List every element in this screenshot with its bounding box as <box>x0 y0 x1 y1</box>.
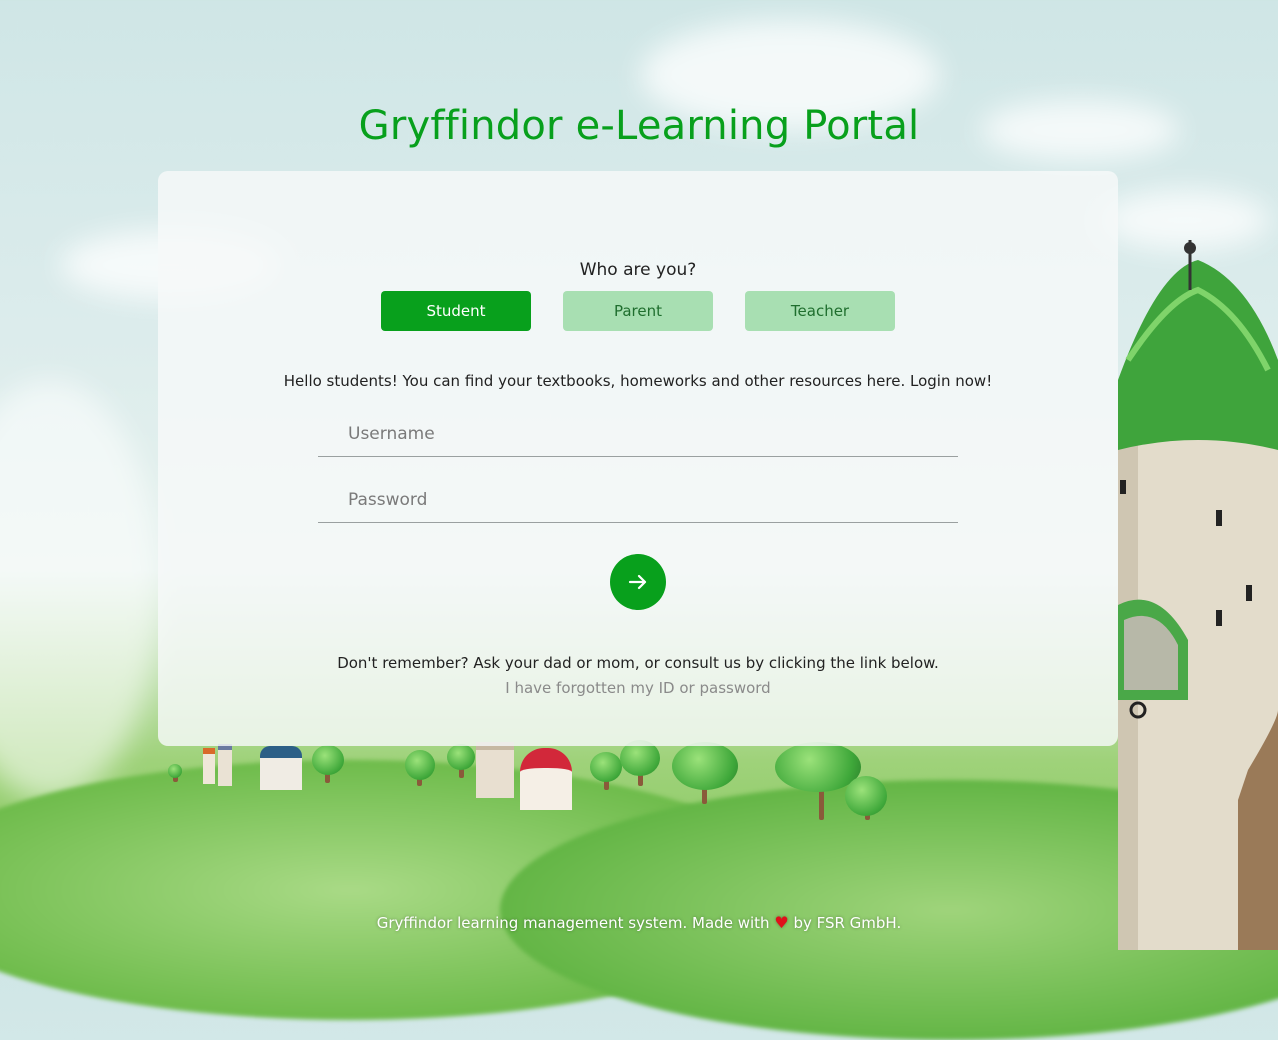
footer-text-after: by FSR GmbH. <box>793 914 902 932</box>
forgot-credentials-link[interactable]: I have forgotten my ID or password <box>158 679 1118 697</box>
footer-text-before: Gryffindor learning management system. M… <box>376 914 770 932</box>
login-submit-button[interactable] <box>610 554 666 610</box>
role-parent-button[interactable]: Parent <box>563 291 713 331</box>
role-prompt: Who are you? <box>579 260 697 280</box>
greeting-text: Hello students! You can find your textbo… <box>283 372 993 390</box>
password-input[interactable] <box>318 477 958 523</box>
role-student-button[interactable]: Student <box>381 291 531 331</box>
arrow-right-icon <box>628 574 647 590</box>
heart-icon: ♥ <box>774 913 789 932</box>
footer: Gryffindor learning management system. M… <box>0 913 1278 932</box>
username-input[interactable] <box>318 411 958 457</box>
page-title: Gryffindor e-Learning Portal <box>358 103 920 149</box>
castle-tower-illustration <box>1118 240 1278 950</box>
remember-help-text: Don't remember? Ask your dad or mom, or … <box>337 654 939 672</box>
role-teacher-button[interactable]: Teacher <box>745 291 895 331</box>
login-card: Who are you? Student Parent Teacher Hell… <box>158 171 1118 746</box>
